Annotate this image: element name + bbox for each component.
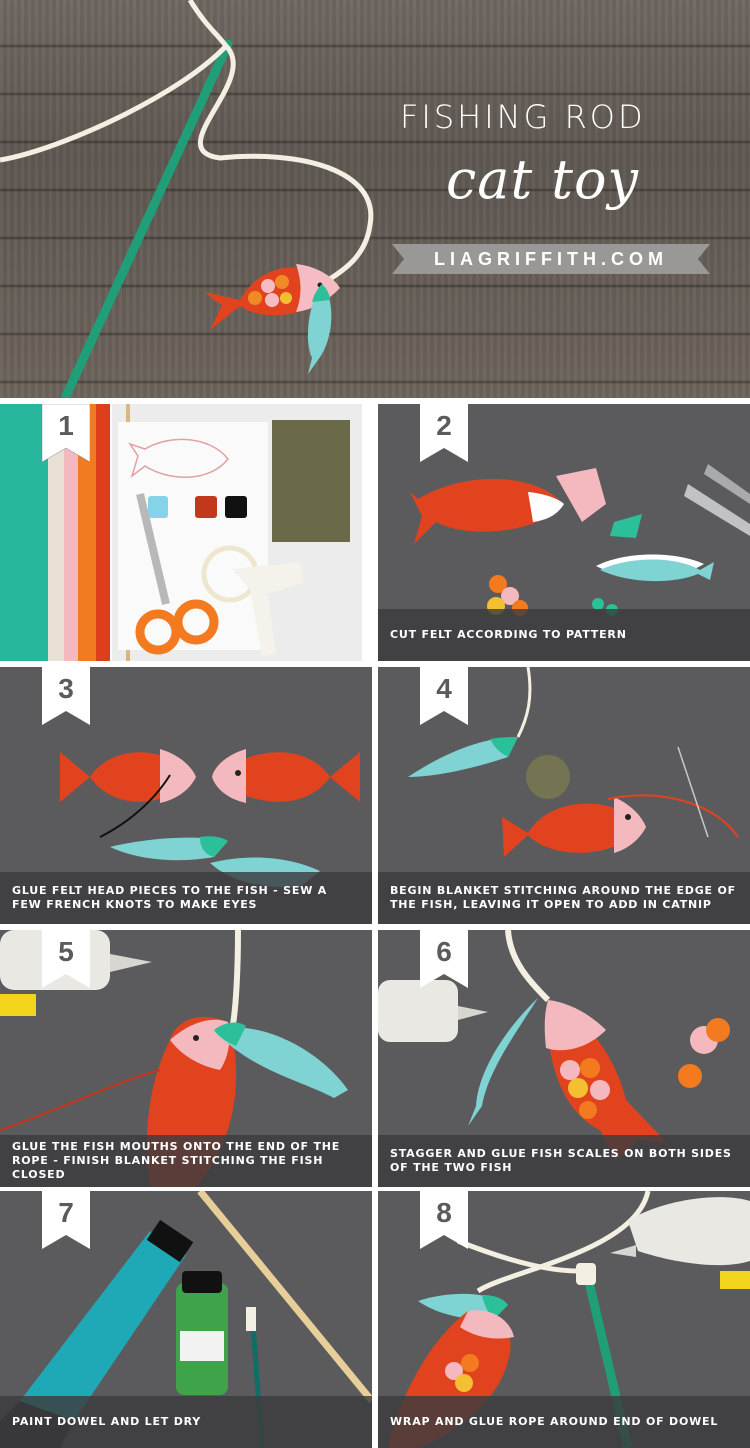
step-badge-2: 2 — [420, 404, 468, 462]
step-caption-7: PAINT DOWEL AND LET DRY — [0, 1396, 372, 1448]
step-panel-7: 7 PAINT DOWEL AND LET DRY — [0, 1191, 372, 1448]
hero-title-line1: FISHING ROD — [400, 98, 646, 136]
step-badge-8: 8 — [420, 1191, 468, 1249]
step-number: 2 — [436, 410, 452, 441]
step-number: 8 — [436, 1197, 452, 1228]
caption-text: BEGIN BLANKET STITCHING AROUND THE EDGE … — [390, 884, 736, 911]
caption-text: CUT FELT ACCORDING TO PATTERN — [390, 628, 627, 641]
step-number: 5 — [58, 936, 74, 967]
site-banner[interactable]: LIAGRIFFITH.COM — [392, 244, 710, 274]
caption-text: GLUE FELT HEAD PIECES TO THE FISH - SEW … — [12, 884, 328, 911]
step-panel-8: 8 WRAP AND GLUE ROPE AROUND END OF DOWEL — [378, 1191, 750, 1448]
hero-title-line2: cat toy — [446, 148, 640, 211]
step-panel-5: 5 GLUE THE FISH MOUTHS ONTO THE END OF T… — [0, 930, 372, 1187]
step-panel-4: 4 BEGIN BLANKET STITCHING AROUND THE EDG… — [378, 667, 750, 924]
step-panel-2: 2 CUT FELT ACCORDING TO PATTERN — [378, 404, 750, 661]
step-badge-7: 7 — [42, 1191, 90, 1249]
step-number: 3 — [58, 673, 74, 704]
step-number: 1 — [58, 410, 74, 441]
step-badge-5: 5 — [42, 930, 90, 988]
step-caption-2: CUT FELT ACCORDING TO PATTERN — [378, 609, 750, 661]
step-panel-1: 1 — [0, 404, 372, 661]
step-caption-8: WRAP AND GLUE ROPE AROUND END OF DOWEL — [378, 1396, 750, 1448]
caption-text: STAGGER AND GLUE FISH SCALES ON BOTH SID… — [390, 1147, 732, 1174]
site-url: LIAGRIFFITH.COM — [434, 249, 668, 269]
caption-text: GLUE THE FISH MOUTHS ONTO THE END OF THE… — [12, 1140, 341, 1181]
step-caption-6: STAGGER AND GLUE FISH SCALES ON BOTH SID… — [378, 1135, 750, 1187]
step-caption-4: BEGIN BLANKET STITCHING AROUND THE EDGE … — [378, 872, 750, 924]
step-number: 7 — [58, 1197, 74, 1228]
step-number: 6 — [436, 936, 452, 967]
step-caption-5: GLUE THE FISH MOUTHS ONTO THE END OF THE… — [0, 1135, 372, 1187]
step-badge-1: 1 — [42, 404, 90, 462]
step-number: 4 — [436, 673, 452, 704]
hero-photo: FISHING ROD cat toy LIAGRIFFITH.COM — [0, 0, 750, 398]
step-badge-4: 4 — [420, 667, 468, 725]
step-caption-3: GLUE FELT HEAD PIECES TO THE FISH - SEW … — [0, 872, 372, 924]
step-panel-3: 3 GLUE FELT HEAD PIECES TO THE FISH - SE… — [0, 667, 372, 924]
caption-text: WRAP AND GLUE ROPE AROUND END OF DOWEL — [390, 1415, 719, 1428]
step-badge-3: 3 — [42, 667, 90, 725]
step-panel-6: 6 STAGGER AND GLUE FISH SCALES ON BOTH S… — [378, 930, 750, 1187]
step-badge-6: 6 — [420, 930, 468, 988]
caption-text: PAINT DOWEL AND LET DRY — [12, 1415, 202, 1428]
